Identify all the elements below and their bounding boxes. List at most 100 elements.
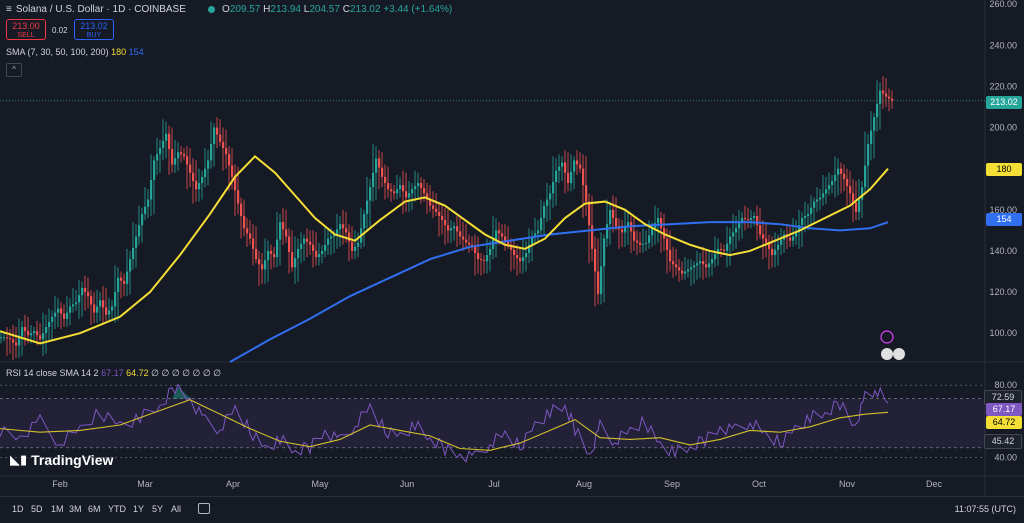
collapse-indicators-button[interactable]: ^ (6, 63, 22, 77)
candle-body (366, 200, 369, 214)
candle-body (558, 166, 561, 171)
candle-body (420, 183, 423, 189)
candle-body (639, 242, 642, 245)
candle-body (81, 287, 84, 296)
candle-body (729, 236, 732, 244)
candle-body (705, 264, 708, 268)
candle-body (111, 306, 114, 311)
tf-3m[interactable]: 3M (69, 504, 82, 514)
candle-body (240, 203, 243, 216)
candle-body (216, 127, 219, 135)
candle-body (321, 250, 324, 255)
candle-body (759, 225, 762, 235)
candle-body (414, 186, 417, 190)
price-tick-label: 240.00 (989, 40, 1017, 50)
candle-body (858, 199, 861, 212)
candle-body (567, 172, 570, 184)
tf-all[interactable]: All (171, 504, 181, 514)
clock[interactable]: 11:07:55 (UTC) (955, 504, 1016, 514)
candle-body (672, 261, 675, 265)
candle-body (636, 240, 639, 243)
candle-body (432, 205, 435, 209)
candle-body (57, 308, 60, 313)
candle-body (249, 233, 252, 239)
rsi-legend-sma: 64.72 (126, 368, 149, 378)
tf-6m[interactable]: 6M (88, 504, 101, 514)
candle-body (66, 312, 69, 319)
spread-value: 0.02 (52, 26, 68, 35)
candle-body (546, 199, 549, 206)
symbol-title[interactable]: ≡ Solana / U.S. Dollar · 1D · COINBASE (6, 4, 186, 15)
candle-body (153, 160, 156, 180)
candle-body (315, 250, 318, 258)
candle-body (762, 234, 765, 239)
rsi-tick-label: 40.00 (994, 453, 1017, 463)
rsi-legend[interactable]: RSI 14 close SMA 14 2 67.17 64.72 ∅ ∅ ∅ … (6, 368, 221, 379)
time-tick-label: Sep (664, 479, 680, 489)
tf-1y[interactable]: 1Y (133, 504, 144, 514)
tf-ytd[interactable]: YTD (108, 504, 126, 514)
candle-body (162, 140, 165, 149)
buy-button[interactable]: 213.02 BUY (74, 19, 114, 40)
candle-body (474, 246, 477, 253)
candle-body (222, 141, 225, 149)
candle-body (312, 244, 315, 251)
candle-body (243, 215, 246, 229)
last-price-label: 213.02 (986, 96, 1022, 109)
candle-body (831, 181, 834, 186)
candle-body (702, 261, 705, 265)
tf-1d[interactable]: 1D (12, 504, 24, 514)
candle-body (552, 182, 555, 194)
candle-body (207, 160, 210, 169)
candle-body (51, 316, 54, 322)
candle-body (357, 242, 360, 247)
candle-body (33, 331, 36, 334)
tradingview-logo: ◣▮ TradingView (10, 452, 113, 468)
candle-body (84, 287, 87, 293)
tf-5d[interactable]: 5D (31, 504, 43, 514)
candle-body (573, 160, 576, 172)
buy-price: 213.02 (80, 21, 108, 31)
sell-button[interactable]: 213.00 SELL (6, 19, 46, 40)
candle-body (15, 342, 18, 346)
chart-canvas[interactable]: 100.00120.00140.00160.00180.00200.00220.… (0, 0, 1024, 522)
candle-body (714, 254, 717, 260)
tf-1m[interactable]: 1M (51, 504, 64, 514)
candle-body (372, 172, 375, 188)
candle-body (684, 271, 687, 274)
flag-icon (893, 348, 905, 360)
candle-body (744, 218, 747, 220)
candle-body (342, 224, 345, 229)
candle-body (813, 201, 816, 208)
candle-body (318, 254, 321, 258)
candle-body (660, 218, 663, 229)
candle-body (843, 173, 846, 179)
candle-body (126, 271, 129, 284)
candle-body (399, 185, 402, 190)
candle-body (621, 229, 624, 233)
candle-body (756, 215, 759, 226)
candle-body (252, 238, 255, 249)
candle-body (828, 185, 831, 190)
candle-body (441, 215, 444, 221)
candle-body (177, 152, 180, 159)
tf-5y[interactable]: 5Y (152, 504, 163, 514)
candle-body (54, 312, 57, 317)
candle-body (264, 260, 267, 270)
calendar-icon[interactable] (198, 503, 210, 514)
time-tick-label: Mar (137, 479, 153, 489)
candle-body (78, 295, 81, 303)
candle-body (381, 167, 384, 177)
candle-body (891, 98, 894, 101)
candle-body (255, 248, 258, 260)
candle-body (570, 171, 573, 184)
candle-body (423, 188, 426, 194)
candle-body (777, 244, 780, 250)
close-value: 213.02 (349, 4, 381, 15)
candle-body (390, 189, 393, 192)
candle-body (393, 191, 396, 194)
candle-body (792, 236, 795, 241)
candle-body (687, 269, 690, 272)
candle-body (732, 232, 735, 237)
sma-legend[interactable]: SMA (7, 30, 50, 100, 200) 180 154 (6, 47, 144, 57)
